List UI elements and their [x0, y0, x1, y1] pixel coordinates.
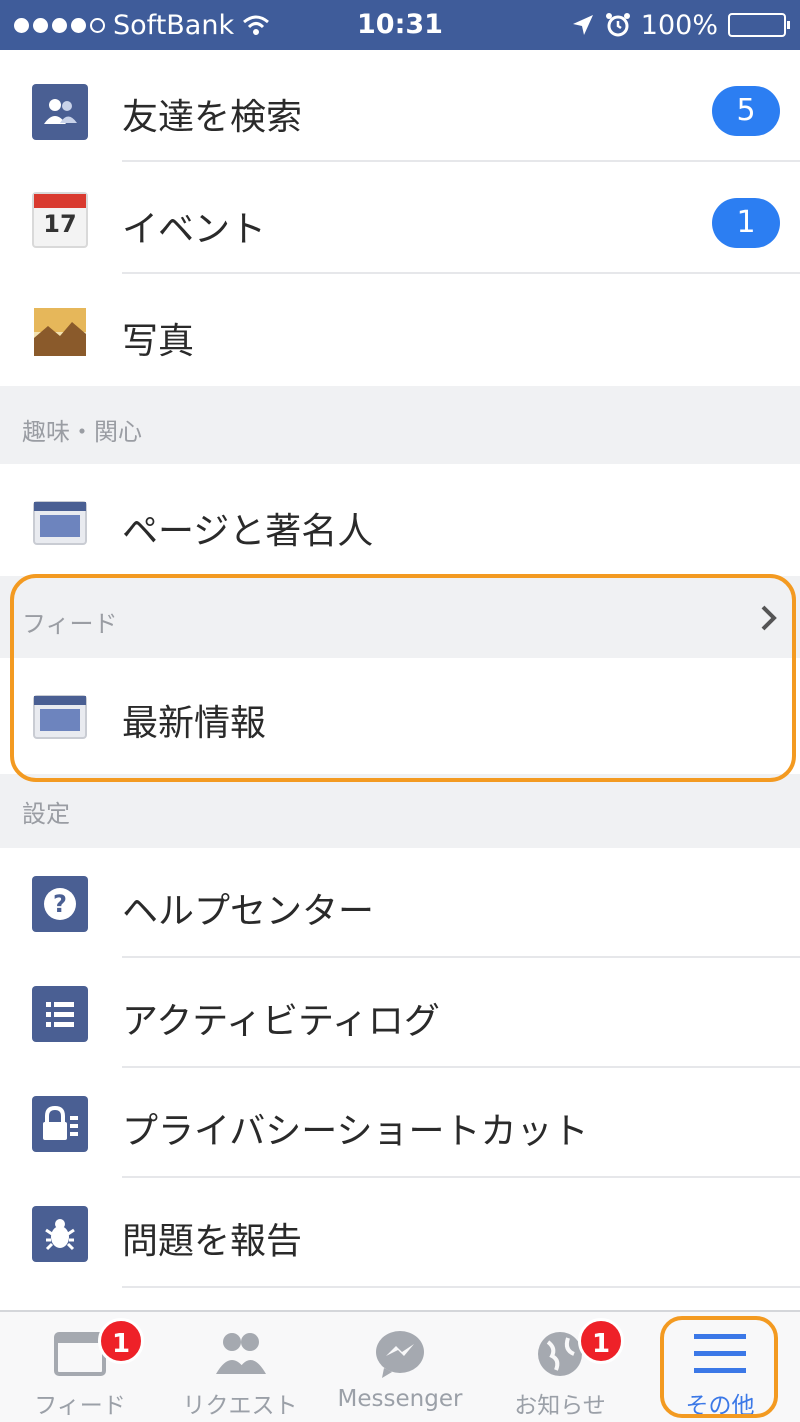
pages-icon — [32, 494, 88, 550]
news-feed-icon — [32, 688, 88, 744]
tab-badge: 1 — [98, 1318, 144, 1364]
chevron-right-icon — [761, 605, 777, 631]
menu-item-find-friends[interactable]: 友達を検索 5 — [0, 50, 800, 162]
menu-item-help-center[interactable]: ? ヘルプセンター — [0, 848, 800, 958]
menu-item-events[interactable]: 17 イベント 1 — [0, 162, 800, 274]
section-header-settings: 設定 — [0, 774, 800, 848]
tab-label: その他 — [685, 1393, 755, 1419]
messenger-icon — [376, 1331, 424, 1378]
section-title: 趣味・関心 — [22, 418, 142, 446]
status-right: 100% — [571, 0, 790, 50]
tab-requests[interactable]: リクエスト — [160, 1312, 320, 1422]
menu-icon — [694, 1334, 746, 1373]
alarm-icon — [605, 13, 630, 37]
svg-text:?: ? — [53, 890, 67, 918]
menu-item-label: 写真 — [122, 321, 195, 362]
divider — [122, 1286, 800, 1288]
menu-item-label: イベント — [122, 209, 267, 250]
find-friends-icon — [32, 84, 88, 140]
tab-label: Messenger — [337, 1386, 463, 1412]
menu-item-label: ページと著名人 — [122, 511, 374, 552]
menu-item-pages[interactable]: ページと著名人 — [0, 464, 800, 576]
menu-item-most-recent[interactable]: 最新情報 — [0, 658, 800, 774]
menu-item-label: ヘルプセンター — [122, 891, 375, 932]
battery-icon — [728, 13, 790, 37]
status-bar: SoftBank 10:31 100% — [0, 0, 800, 50]
count-badge: 1 — [712, 198, 780, 248]
count-badge: 5 — [712, 86, 780, 136]
battery-percent: 100% — [640, 9, 718, 41]
photo-icon — [32, 304, 88, 360]
tab-messenger[interactable]: Messenger — [320, 1312, 480, 1422]
tab-label: お知らせ — [514, 1393, 606, 1419]
friend-requests-icon — [216, 1333, 266, 1374]
calendar-day: 17 — [43, 210, 77, 238]
menu-item-label: プライバシーショートカット — [122, 1111, 589, 1152]
section-header-feed[interactable]: フィード — [0, 576, 800, 658]
calendar-icon: 17 — [32, 192, 88, 248]
menu-item-label: 友達を検索 — [122, 97, 303, 138]
help-icon: ? — [32, 876, 88, 932]
bug-icon — [32, 1206, 88, 1262]
tab-label: フィード — [34, 1393, 126, 1419]
menu-item-label: 問題を報告 — [122, 1221, 303, 1262]
tab-badge: 1 — [578, 1318, 624, 1364]
menu-item-photos[interactable]: 写真 — [0, 274, 800, 386]
menu-item-label: アクティビティログ — [122, 1001, 440, 1042]
section-title: フィード — [22, 610, 118, 638]
menu-item-report-problem[interactable]: 問題を報告 — [0, 1178, 800, 1288]
section-title: 設定 — [22, 800, 70, 828]
activity-log-icon — [32, 986, 88, 1042]
tab-bar: 1 フィード リクエスト Messenger 1 お知らせ その他 — [0, 1310, 800, 1422]
location-arrow-icon — [572, 15, 593, 35]
tab-notifications[interactable]: 1 お知らせ — [480, 1312, 640, 1422]
tab-feed[interactable]: 1 フィード — [0, 1312, 160, 1422]
menu-item-privacy-shortcuts[interactable]: プライバシーショートカット — [0, 1068, 800, 1178]
tab-more[interactable]: その他 — [640, 1312, 800, 1422]
menu-item-activity-log[interactable]: アクティビティログ — [0, 958, 800, 1068]
section-header-interests: 趣味・関心 — [0, 386, 800, 464]
lock-icon — [32, 1096, 88, 1152]
menu-item-label: 最新情報 — [122, 703, 267, 744]
tab-label: リクエスト — [182, 1393, 298, 1419]
